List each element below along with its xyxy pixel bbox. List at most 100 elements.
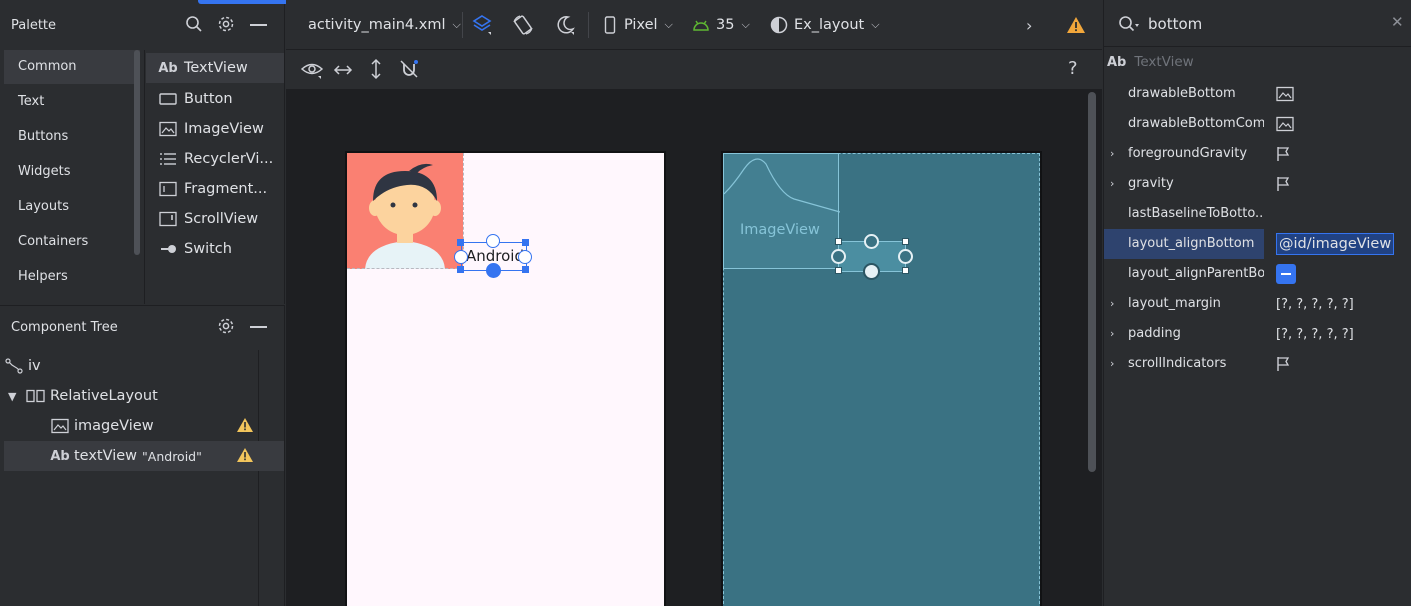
chevron-right-icon[interactable]: › — [1026, 0, 1032, 50]
night-mode-icon[interactable] — [554, 0, 576, 50]
warning-icon[interactable] — [1066, 0, 1086, 50]
device-selector[interactable]: Pixel ⌵ — [604, 0, 673, 50]
chevron-down-icon[interactable]: ▼ — [4, 390, 22, 403]
constraint-anchor-bottom[interactable] — [863, 263, 880, 280]
constraint-anchor-right[interactable] — [898, 249, 913, 264]
palette-panel: Palette Common Text Buttons Widgets Layo… — [0, 0, 285, 304]
search-icon[interactable] — [185, 15, 203, 33]
palette-category-helpers[interactable]: Helpers — [4, 260, 140, 294]
orientation-icon[interactable] — [512, 0, 534, 50]
attr-row-drawablebottom[interactable]: drawableBottom — [1104, 79, 1411, 109]
tree-row-iv[interactable]: iv — [4, 351, 284, 381]
file-selector[interactable]: activity_main4.xml ⌵ — [308, 0, 461, 50]
attr-row-layout-alignbottom[interactable]: layout_alignBottom @id/imageView — [1104, 229, 1411, 259]
resize-handle[interactable] — [835, 238, 842, 245]
minimize-icon[interactable] — [250, 24, 267, 26]
flag-icon[interactable] — [1264, 176, 1290, 192]
layers-icon[interactable] — [472, 0, 492, 50]
help-icon[interactable]: ? — [1068, 58, 1078, 79]
search-icon[interactable] — [1118, 15, 1140, 33]
image-bounds-guide — [347, 268, 463, 269]
eye-icon[interactable] — [300, 59, 324, 81]
attribute-search-input[interactable]: bottom — [1148, 15, 1202, 33]
palette-category-common[interactable]: Common — [4, 50, 140, 84]
checkbox-indeterminate[interactable] — [1264, 264, 1296, 284]
resize-handle[interactable] — [457, 266, 464, 273]
palette-category-buttons[interactable]: Buttons — [4, 120, 140, 154]
navigation-icon — [4, 356, 24, 376]
tree-row-text-tag: "Android" — [142, 448, 202, 464]
gear-icon[interactable] — [217, 15, 235, 33]
attr-row-gravity[interactable]: › gravity — [1104, 169, 1411, 199]
blueprint-imageview[interactable]: ImageView — [723, 153, 840, 269]
palette-item-imageview[interactable]: ImageView — [146, 114, 284, 144]
tree-row-relativelayout[interactable]: ▼ RelativeLayout — [4, 381, 284, 411]
constraint-anchor-top[interactable] — [864, 234, 879, 249]
palette-category-layouts[interactable]: Layouts — [4, 190, 140, 224]
chevron-right-icon[interactable]: › — [1110, 289, 1114, 319]
palette-item-button[interactable]: Button — [146, 84, 284, 114]
tree-row-imageview[interactable]: imageView — [4, 411, 284, 441]
constraint-anchor-bottom[interactable] — [486, 263, 501, 278]
switch-icon — [158, 239, 178, 259]
flag-icon[interactable] — [1264, 356, 1290, 372]
gear-icon[interactable] — [217, 317, 235, 335]
image-icon[interactable] — [1264, 116, 1294, 132]
palette-item-fragment[interactable]: Fragment... — [146, 174, 284, 204]
close-icon[interactable]: ✕ — [1391, 13, 1404, 31]
theme-icon — [770, 16, 788, 34]
palette-item-switch[interactable]: Switch — [146, 234, 284, 264]
image-icon[interactable] — [1264, 86, 1294, 102]
palette-item-textview[interactable]: Ab TextView — [146, 53, 284, 83]
palette-category-containers[interactable]: Containers — [4, 225, 140, 259]
palette-item-scrollview[interactable]: ScrollView — [146, 204, 284, 234]
constraint-magnet-off-icon[interactable] — [398, 58, 420, 80]
android-icon — [692, 18, 710, 32]
chevron-down-icon: ⌵ — [452, 18, 461, 31]
category-scrollbar[interactable] — [134, 50, 140, 255]
resize-handle[interactable] — [902, 238, 909, 245]
palette-category-text[interactable]: Text — [4, 85, 140, 119]
resize-handle[interactable] — [835, 267, 842, 274]
palette-category-widgets[interactable]: Widgets — [4, 155, 140, 189]
attr-row-foregroundgravity[interactable]: › foregroundGravity — [1104, 139, 1411, 169]
resize-handle[interactable] — [522, 239, 529, 246]
attribute-search-bar: bottom ✕ — [1104, 0, 1411, 47]
component-tree-panel: Component Tree iv ▼ RelativeLayout image… — [0, 305, 285, 606]
constraint-anchor-left[interactable] — [454, 250, 468, 264]
flag-icon[interactable] — [1264, 146, 1290, 162]
blueprint-surface[interactable]: ImageView — [721, 151, 1042, 606]
editor-scrollbar[interactable] — [1088, 92, 1096, 472]
button-icon — [158, 89, 178, 109]
attr-row-layout-alignparentbottom[interactable]: layout_alignParentBo... — [1104, 259, 1411, 289]
resize-handle[interactable] — [902, 267, 909, 274]
theme-selector[interactable]: Ex_layout ⌵ — [770, 0, 880, 50]
avatar-image[interactable] — [347, 153, 463, 269]
scrollview-icon — [158, 209, 178, 229]
design-surface[interactable]: Android — [345, 151, 666, 606]
constraint-anchor-right[interactable] — [518, 250, 532, 264]
attr-row-padding[interactable]: › padding [?, ?, ?, ?, ?] — [1104, 319, 1411, 349]
chevron-right-icon[interactable]: › — [1110, 349, 1114, 379]
align-bottom-value-input[interactable]: @id/imageView — [1276, 233, 1395, 255]
relative-layout-icon — [26, 386, 46, 406]
api-selector[interactable]: 35 ⌵ — [692, 0, 750, 50]
chevron-right-icon[interactable]: › — [1110, 169, 1114, 199]
tree-row-textview[interactable]: Ab textView "Android" — [4, 441, 284, 471]
vertical-resize-icon[interactable] — [366, 58, 386, 80]
resize-handle[interactable] — [522, 266, 529, 273]
chevron-right-icon[interactable]: › — [1110, 319, 1114, 349]
resize-handle[interactable] — [457, 239, 464, 246]
attr-row-scrollindicators[interactable]: › scrollIndicators — [1104, 349, 1411, 379]
warning-icon[interactable] — [236, 417, 254, 433]
warning-icon[interactable] — [236, 447, 254, 463]
constraint-anchor-left[interactable] — [831, 249, 846, 264]
constraint-anchor-top[interactable] — [486, 234, 500, 248]
attr-row-lastbaselinetobottom[interactable]: lastBaselineToBotto... — [1104, 199, 1411, 229]
attr-row-layout-margin[interactable]: › layout_margin [?, ?, ?, ?, ?] — [1104, 289, 1411, 319]
attr-row-drawablebottomcompat[interactable]: drawableBottomCom... — [1104, 109, 1411, 139]
minimize-icon[interactable] — [250, 326, 267, 328]
palette-item-recyclerview[interactable]: RecyclerVi... — [146, 144, 284, 174]
chevron-right-icon[interactable]: › — [1110, 139, 1114, 169]
horizontal-resize-icon[interactable] — [332, 60, 354, 80]
